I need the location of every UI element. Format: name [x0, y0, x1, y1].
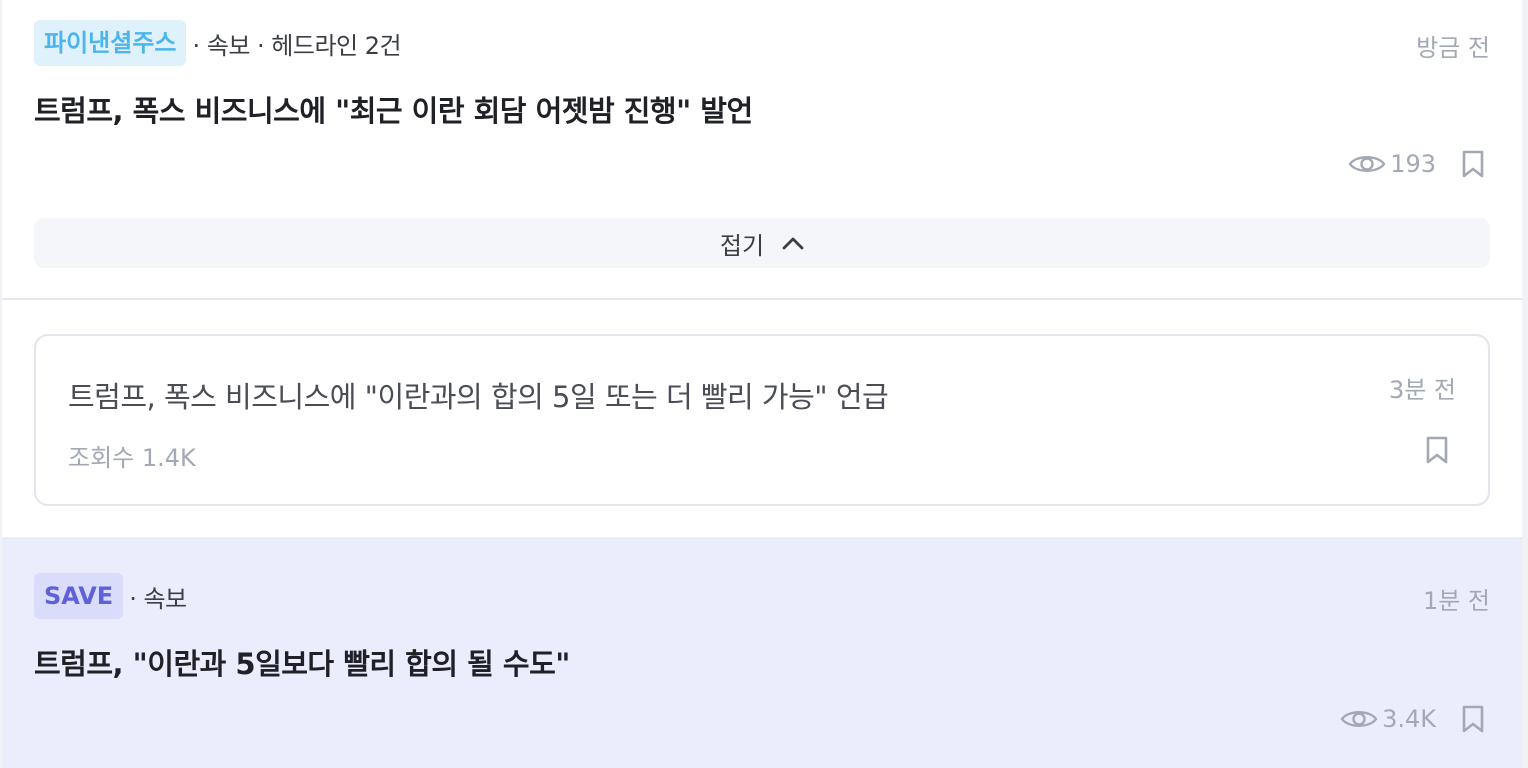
card-stats: 3.4K	[1340, 705, 1484, 733]
chevron-up-icon	[782, 237, 804, 250]
related-timestamp: 3분 전	[1388, 376, 1456, 404]
news-headline[interactable]: 트럼프, "이란과 5일보다 빨리 합의 될 수도"	[34, 641, 570, 683]
news-headline[interactable]: 트럼프, 폭스 비즈니스에 "최근 이란 회담 어젯밤 진행" 발언	[34, 88, 753, 130]
bookmark-icon[interactable]	[1426, 436, 1448, 464]
timestamp: 1분 전	[1422, 587, 1490, 615]
bookmark-icon[interactable]	[1462, 705, 1484, 733]
news-card[interactable]: 파이낸셜주스 · 속보 · 헤드라인 2건 방금 전 트럼프, 폭스 비즈니스에…	[2, 0, 1522, 300]
related-headline[interactable]: 트럼프, 폭스 비즈니스에 "이란과의 합의 5일 또는 더 빨리 가능" 언급	[68, 374, 889, 416]
eye-icon	[1348, 156, 1386, 172]
card-meta: SAVE · 속보	[34, 573, 187, 619]
collapse-button[interactable]: 접기	[34, 218, 1490, 268]
timestamp: 방금 전	[1416, 34, 1490, 62]
source-badge[interactable]: SAVE	[34, 573, 124, 619]
news-card-highlighted[interactable]: SAVE · 속보 1분 전 트럼프, "이란과 5일보다 빨리 합의 될 수도…	[2, 538, 1522, 768]
category-tags: · 속보	[129, 584, 187, 613]
news-feed: 파이낸셜주스 · 속보 · 헤드라인 2건 방금 전 트럼프, 폭스 비즈니스에…	[0, 0, 1522, 768]
view-count: 3.4K	[1382, 705, 1436, 733]
card-meta: 파이낸셜주스 · 속보 · 헤드라인 2건	[34, 20, 402, 66]
card-stats: 193	[1348, 150, 1484, 178]
collapse-label: 접기	[719, 231, 765, 260]
related-view-count: 조회수 1.4K	[68, 444, 196, 472]
bookmark-icon[interactable]	[1462, 150, 1484, 178]
related-headline-card[interactable]: 트럼프, 폭스 비즈니스에 "이란과의 합의 5일 또는 더 빨리 가능" 언급…	[34, 334, 1490, 506]
view-count: 193	[1390, 150, 1436, 178]
source-badge[interactable]: 파이낸셜주스	[34, 20, 187, 66]
category-tags: · 속보 · 헤드라인 2건	[192, 31, 402, 60]
related-headlines: 트럼프, 폭스 비즈니스에 "이란과의 합의 5일 또는 더 빨리 가능" 언급…	[2, 300, 1522, 537]
eye-icon	[1340, 711, 1378, 727]
